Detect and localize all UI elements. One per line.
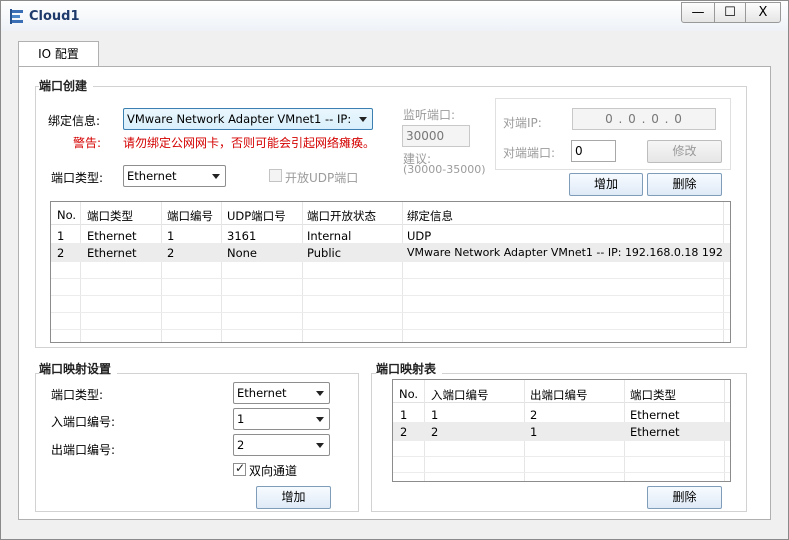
table-cell[interactable]: Ethernet bbox=[87, 246, 137, 260]
in-port-select[interactable]: 1 bbox=[233, 408, 330, 430]
port-create-title: 端口创建 bbox=[39, 77, 94, 94]
warning-text: 请勿绑定公网网卡，否则可能会引起网络瘫痪。 bbox=[123, 136, 376, 150]
delete-port-button[interactable]: 删除 bbox=[647, 173, 722, 196]
peer-port-label: 对端端口: bbox=[503, 146, 556, 160]
add-port-button[interactable]: 增加 bbox=[569, 173, 643, 196]
listen-port-value: 30000 bbox=[406, 129, 445, 143]
table-cell[interactable]: None bbox=[227, 246, 257, 260]
peer-ip-label: 对端IP: bbox=[503, 116, 542, 130]
out-port-select[interactable]: 2 bbox=[233, 434, 330, 456]
add-mapping-button[interactable]: 增加 bbox=[256, 486, 331, 509]
suggest-range: (30000-35000) bbox=[403, 163, 486, 176]
mapping-settings-title: 端口映射设置 bbox=[39, 360, 118, 377]
column-header[interactable]: 端口编号 bbox=[167, 208, 213, 224]
port-table-header bbox=[51, 202, 730, 225]
window-title: Cloud1 bbox=[29, 9, 80, 24]
map-port-type-label: 端口类型: bbox=[51, 388, 104, 402]
table-cell[interactable]: Internal bbox=[307, 229, 351, 243]
mapping-table-title: 端口映射表 bbox=[376, 360, 443, 377]
table-cell[interactable]: 1 bbox=[431, 408, 438, 422]
column-header[interactable]: 端口类型 bbox=[630, 387, 676, 403]
chevron-down-icon bbox=[316, 391, 324, 396]
peer-port-value: 0 bbox=[575, 144, 583, 158]
cloud-app-icon bbox=[10, 9, 23, 24]
map-port-type-select[interactable]: Ethernet bbox=[233, 382, 330, 404]
bind-info-select[interactable]: VMware Network Adapter VMnet1 -- IP: 192… bbox=[123, 108, 373, 130]
cloud1-window: Cloud1 — ☐ X IO 配置 端口创建 绑定信息: VMware Net… bbox=[0, 0, 789, 540]
table-cell[interactable]: Ethernet bbox=[630, 408, 680, 422]
delete-mapping-button[interactable]: 删除 bbox=[647, 486, 722, 509]
peer-port-input[interactable]: 0 bbox=[571, 140, 616, 162]
chevron-down-icon bbox=[359, 117, 367, 122]
tab-io-config[interactable]: IO 配置 bbox=[18, 41, 99, 67]
table-cell[interactable]: VMware Network Adapter VMnet1 -- IP: 192… bbox=[407, 246, 723, 259]
listen-port-label: 监听端口: bbox=[403, 108, 456, 122]
in-port-value: 1 bbox=[237, 412, 245, 426]
port-table[interactable]: No. 端口类型 端口编号 UDP端口号 端口开放状态 绑定信息 1 Ether… bbox=[50, 201, 731, 343]
table-cell[interactable]: UDP bbox=[407, 229, 431, 243]
maximize-icon: ☐ bbox=[724, 5, 736, 20]
udp-port-checkbox[interactable] bbox=[269, 169, 282, 182]
peer-ip-value: 0 . 0 . 0 . 0 bbox=[605, 112, 683, 126]
table-cell[interactable]: Ethernet bbox=[630, 425, 680, 439]
mapping-table[interactable]: No. 入端口编号 出端口编号 端口类型 1 1 2 Ethernet 2 2 … bbox=[392, 379, 731, 482]
table-cell[interactable]: Public bbox=[307, 246, 341, 260]
table-cell[interactable]: 3161 bbox=[227, 229, 256, 243]
table-cell[interactable]: 2 bbox=[57, 246, 64, 260]
column-header[interactable]: 端口开放状态 bbox=[307, 208, 376, 224]
table-cell[interactable]: 1 bbox=[400, 408, 407, 422]
port-type-label: 端口类型: bbox=[51, 171, 104, 185]
table-cell[interactable]: 2 bbox=[431, 425, 438, 439]
title-bar[interactable]: Cloud1 — ☐ X bbox=[1, 1, 788, 31]
table-cell[interactable]: 1 bbox=[167, 229, 174, 243]
port-type-select[interactable]: Ethernet bbox=[123, 165, 226, 187]
close-button[interactable]: X bbox=[745, 2, 781, 23]
table-cell[interactable]: 1 bbox=[57, 229, 64, 243]
close-icon: X bbox=[758, 5, 768, 20]
table-cell[interactable]: 2 bbox=[167, 246, 174, 260]
chevron-down-icon bbox=[316, 443, 324, 448]
bidirectional-checkbox[interactable]: ✓ bbox=[233, 461, 246, 476]
chevron-down-icon bbox=[212, 174, 220, 179]
bind-info-label: 绑定信息: bbox=[48, 114, 101, 128]
table-cell[interactable]: 2 bbox=[530, 408, 537, 422]
checkmark-icon: ✓ bbox=[235, 461, 246, 475]
maximize-button[interactable]: ☐ bbox=[714, 2, 746, 23]
out-port-value: 2 bbox=[237, 438, 245, 452]
in-port-label: 入端口编号: bbox=[51, 415, 116, 429]
out-port-label: 出端口编号: bbox=[51, 443, 116, 457]
minimize-icon: — bbox=[691, 5, 705, 20]
column-header[interactable]: 入端口编号 bbox=[431, 387, 489, 403]
column-header[interactable]: UDP端口号 bbox=[227, 208, 286, 224]
warning-label: 警告: bbox=[73, 136, 102, 150]
bind-info-value: VMware Network Adapter VMnet1 -- IP: 192… bbox=[127, 112, 355, 126]
minimize-button[interactable]: — bbox=[681, 2, 715, 23]
listen-port-input[interactable]: 30000 bbox=[402, 125, 470, 147]
column-header[interactable]: 绑定信息 bbox=[407, 208, 453, 224]
port-type-value: Ethernet bbox=[127, 169, 177, 183]
peer-ip-input[interactable]: 0 . 0 . 0 . 0 bbox=[572, 108, 716, 130]
bidirectional-label: 双向通道 bbox=[249, 464, 298, 478]
map-port-type-value: Ethernet bbox=[237, 386, 287, 400]
udp-port-checkbox-label: 开放UDP端口 bbox=[285, 171, 359, 185]
column-header[interactable]: No. bbox=[57, 208, 76, 222]
column-header[interactable]: No. bbox=[399, 387, 418, 401]
table-cell[interactable]: Ethernet bbox=[87, 229, 137, 243]
table-cell[interactable]: 1 bbox=[530, 425, 537, 439]
table-cell[interactable]: 2 bbox=[400, 425, 407, 439]
chevron-down-icon bbox=[316, 417, 324, 422]
column-header[interactable]: 端口类型 bbox=[87, 208, 133, 224]
column-header[interactable]: 出端口编号 bbox=[530, 387, 588, 403]
modify-button[interactable]: 修改 bbox=[647, 140, 722, 163]
